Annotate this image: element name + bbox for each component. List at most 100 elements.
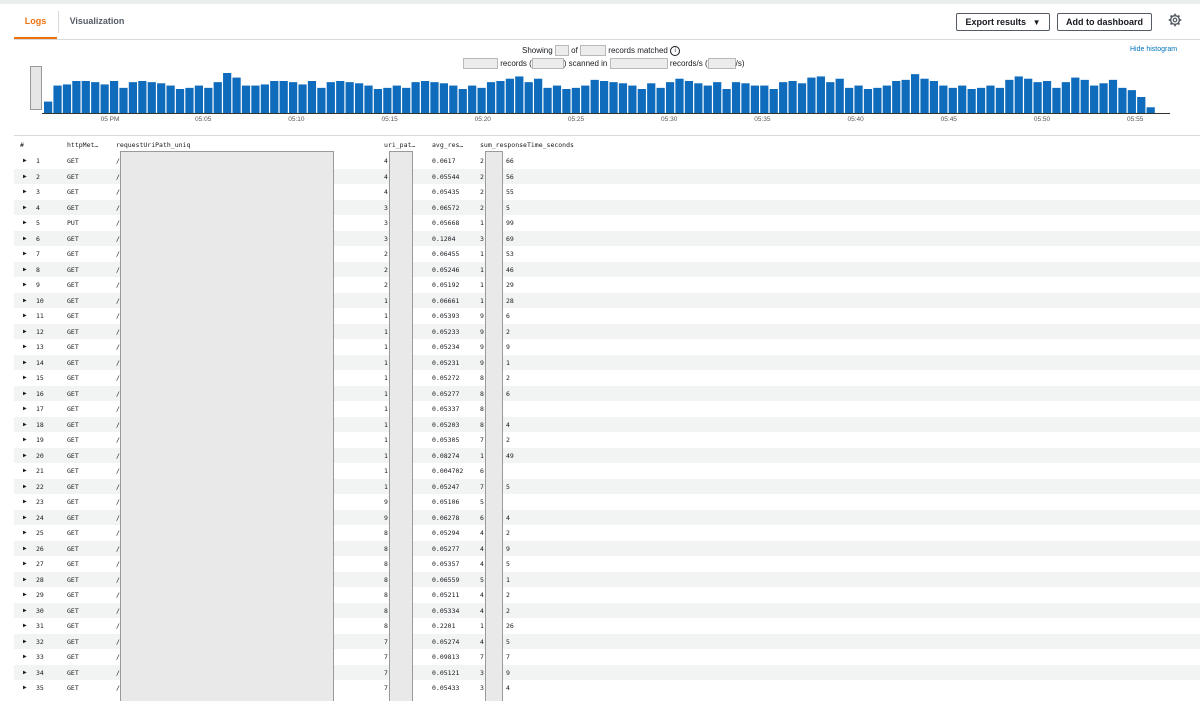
tab-logs[interactable]: Logs — [14, 5, 57, 39]
histogram-bar[interactable] — [703, 85, 712, 113]
expand-row-icon[interactable]: ▶ — [23, 219, 27, 226]
histogram-bar[interactable] — [430, 82, 439, 113]
histogram-bar[interactable] — [863, 89, 873, 113]
histogram-bar[interactable] — [590, 79, 599, 113]
histogram-bar[interactable] — [383, 87, 392, 113]
expand-row-icon[interactable]: ▶ — [23, 545, 27, 552]
histogram-bar[interactable] — [797, 83, 807, 113]
histogram-bar[interactable] — [147, 82, 156, 113]
histogram-bar[interactable] — [336, 81, 345, 113]
expand-row-icon[interactable]: ▶ — [23, 390, 27, 397]
col-header-method[interactable]: httpMet… — [67, 141, 98, 149]
histogram-bar[interactable] — [1080, 79, 1089, 113]
histogram-bar[interactable] — [948, 87, 957, 113]
histogram-bar[interactable] — [684, 81, 694, 113]
histogram-bar[interactable] — [468, 85, 477, 113]
histogram-bar[interactable] — [175, 89, 185, 113]
histogram-bar[interactable] — [223, 73, 232, 113]
histogram-bar[interactable] — [402, 87, 411, 113]
histogram-bar[interactable] — [1118, 87, 1127, 113]
expand-row-icon[interactable]: ▶ — [23, 653, 27, 660]
expand-row-icon[interactable]: ▶ — [23, 157, 27, 164]
histogram-bar[interactable] — [486, 82, 496, 113]
histogram-bar[interactable] — [109, 81, 119, 113]
histogram-bar[interactable] — [194, 85, 203, 113]
histogram-bar[interactable] — [835, 78, 844, 113]
hide-histogram-link[interactable]: Hide histogram — [1130, 46, 1177, 53]
expand-row-icon[interactable]: ▶ — [23, 483, 27, 490]
histogram-bar[interactable] — [157, 83, 166, 113]
histogram-bar[interactable] — [845, 87, 854, 113]
tab-visualization[interactable]: Visualization — [58, 11, 135, 33]
histogram-bar[interactable] — [713, 82, 722, 113]
histogram-bar[interactable] — [1005, 79, 1014, 113]
histogram-bar[interactable] — [543, 87, 552, 113]
histogram-bar[interactable] — [420, 81, 430, 113]
histogram-bar[interactable] — [995, 87, 1005, 113]
histogram-bar[interactable] — [854, 85, 863, 113]
histogram-bar[interactable] — [81, 81, 90, 113]
histogram-bar[interactable] — [1127, 90, 1136, 113]
histogram-bar[interactable] — [279, 81, 288, 113]
histogram-bar[interactable] — [675, 78, 684, 113]
expand-row-icon[interactable]: ▶ — [23, 235, 27, 242]
expand-row-icon[interactable]: ▶ — [23, 312, 27, 319]
histogram-bar[interactable] — [345, 82, 354, 113]
histogram-bar[interactable] — [665, 82, 675, 113]
histogram-bar[interactable] — [1052, 87, 1061, 113]
histogram-bar[interactable] — [326, 82, 335, 113]
histogram-bar[interactable] — [411, 82, 420, 113]
histogram-bar[interactable] — [185, 87, 194, 113]
histogram-bar[interactable] — [364, 85, 373, 113]
histogram-bar[interactable] — [458, 89, 467, 113]
expand-row-icon[interactable]: ▶ — [23, 328, 27, 335]
histogram-bar[interactable] — [920, 78, 929, 113]
expand-row-icon[interactable]: ▶ — [23, 297, 27, 304]
histogram-bar[interactable] — [128, 82, 138, 113]
expand-row-icon[interactable]: ▶ — [23, 591, 27, 598]
histogram-bar[interactable] — [750, 85, 759, 113]
expand-row-icon[interactable]: ▶ — [23, 436, 27, 443]
histogram-bar[interactable] — [929, 81, 939, 113]
histogram-bar[interactable] — [760, 85, 769, 113]
histogram-bar[interactable] — [873, 87, 882, 113]
histogram-bar[interactable] — [901, 79, 910, 113]
histogram-bar[interactable] — [609, 82, 618, 113]
histogram-bar[interactable] — [449, 85, 458, 113]
histogram-bar[interactable] — [731, 82, 741, 113]
histogram-bar[interactable] — [270, 81, 279, 113]
histogram-bar[interactable] — [779, 82, 788, 113]
expand-row-icon[interactable]: ▶ — [23, 529, 27, 536]
expand-row-icon[interactable]: ▶ — [23, 576, 27, 583]
expand-row-icon[interactable]: ▶ — [23, 514, 27, 521]
histogram-bar[interactable] — [722, 89, 731, 113]
expand-row-icon[interactable]: ▶ — [23, 173, 27, 180]
histogram-bar[interactable] — [571, 87, 580, 113]
histogram-bar[interactable] — [600, 81, 609, 113]
histogram-bar[interactable] — [788, 81, 797, 113]
histogram-bar[interactable] — [62, 84, 72, 113]
col-header-uri[interactable]: requestUriPath_uniq — [116, 141, 190, 149]
expand-row-icon[interactable]: ▶ — [23, 281, 27, 288]
histogram-bar[interactable] — [656, 87, 665, 113]
histogram-bar[interactable] — [232, 77, 241, 113]
histogram-bar[interactable] — [100, 84, 109, 113]
expand-row-icon[interactable]: ▶ — [23, 188, 27, 195]
histogram-bar[interactable] — [628, 85, 637, 113]
histogram-bar[interactable] — [562, 89, 571, 113]
histogram-bar[interactable] — [826, 82, 835, 113]
histogram-bar[interactable] — [892, 81, 901, 113]
histogram-bar[interactable] — [741, 83, 750, 113]
histogram-bar[interactable] — [119, 87, 128, 113]
histogram-bar[interactable] — [807, 77, 816, 113]
gear-icon[interactable] — [1168, 13, 1182, 27]
histogram-bar[interactable] — [1033, 82, 1042, 113]
histogram-bar[interactable] — [958, 85, 967, 113]
histogram-bar[interactable] — [694, 83, 703, 113]
histogram-bar[interactable] — [138, 81, 147, 113]
histogram-bar[interactable] — [307, 81, 317, 113]
histogram-bar[interactable] — [53, 85, 62, 113]
expand-row-icon[interactable]: ▶ — [23, 560, 27, 567]
histogram-bar[interactable] — [769, 89, 778, 113]
expand-row-icon[interactable]: ▶ — [23, 266, 27, 273]
